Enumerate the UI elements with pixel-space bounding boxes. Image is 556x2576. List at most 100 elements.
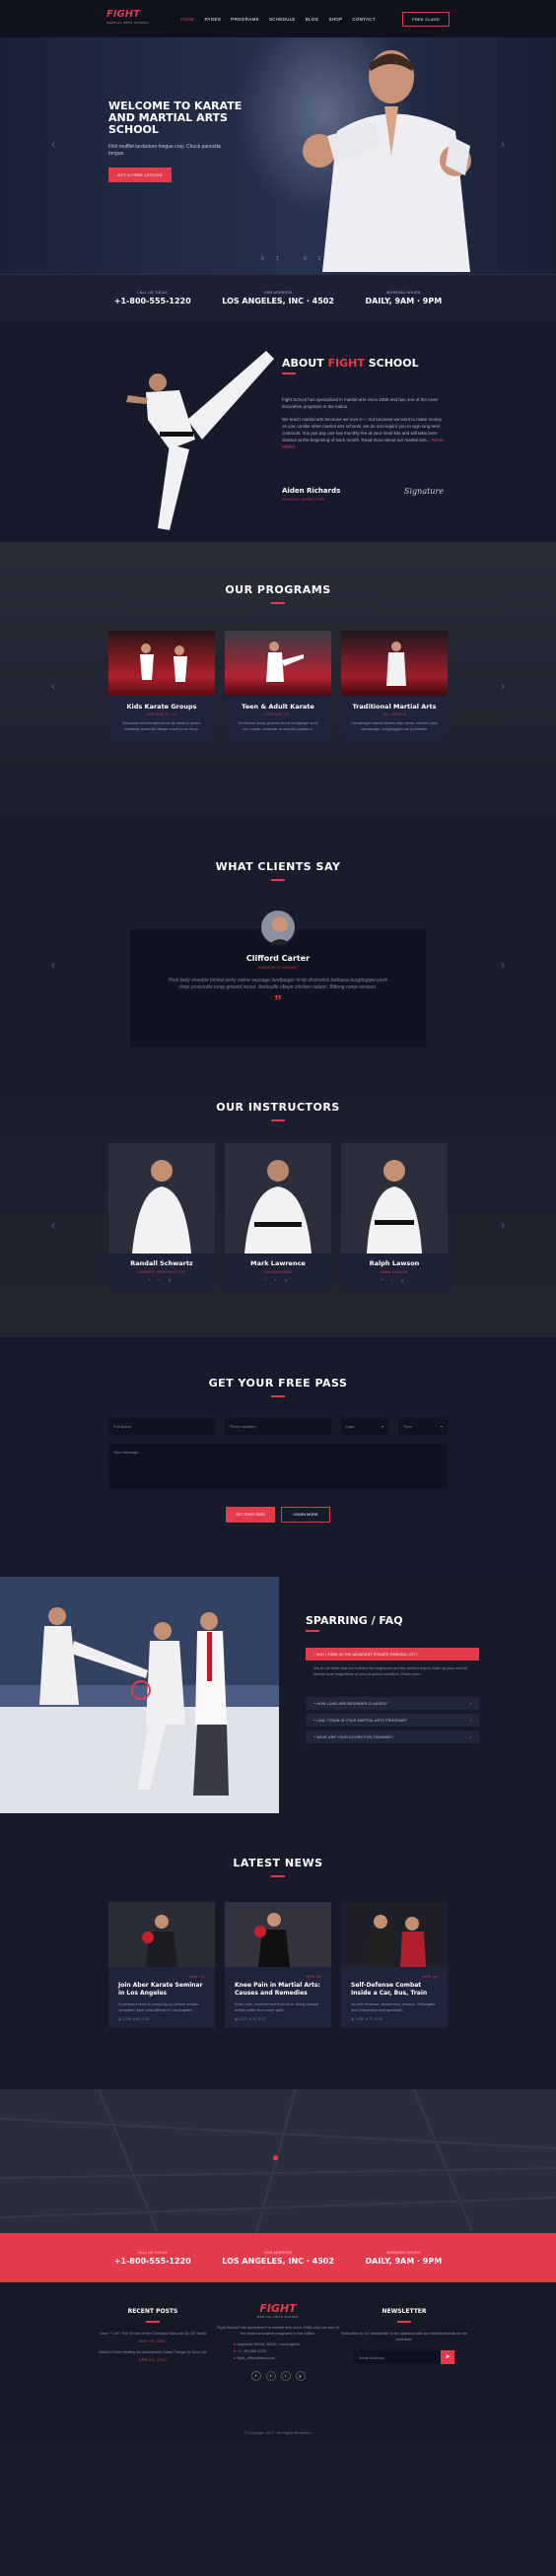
facebook-icon[interactable]: f xyxy=(250,2371,261,2381)
faq-item-open[interactable]: − MAY I PARK IN THE ADJACENT PRIVATE PAR… xyxy=(306,1648,479,1661)
programs-next-arrow-icon[interactable]: › xyxy=(501,679,505,693)
chevron-right-icon: › xyxy=(469,1719,471,1723)
instructor-card[interactable]: Mark Lawrence KICKBOXING f t g xyxy=(225,1143,331,1288)
news-date: MAY 12 xyxy=(189,1974,205,1979)
instructors-next-arrow-icon[interactable]: › xyxy=(501,1218,505,1232)
footer-about-text: Fight School has specialized in martial … xyxy=(217,2325,339,2336)
instructor-photo xyxy=(108,1143,215,1254)
chevron-right-icon: › xyxy=(469,1735,471,1739)
about-paragraph-1: Fight School has specialized in martial … xyxy=(282,397,438,409)
kick-fighter-image xyxy=(126,351,274,530)
instagram-icon[interactable]: i xyxy=(280,2371,291,2381)
newsletter-title: NEWSLETTER xyxy=(382,2308,427,2315)
about-title: ABOUT FIGHT SCHOOL xyxy=(282,357,419,370)
program-card[interactable]: Traditional Martial Arts ALL LEVELS Hamb… xyxy=(341,631,448,740)
instructor-name: Randall Schwartz xyxy=(130,1259,193,1267)
about-paragraph-2: We teach martial arts because we love it… xyxy=(282,417,445,449)
news-card[interactable]: APR 06 Self-Defense Combat Inside a Car,… xyxy=(341,1902,448,2028)
program-title: Kids Karate Groups xyxy=(126,703,197,711)
free-lesson-button[interactable]: GET A FREE LESSON xyxy=(108,168,172,182)
nav-contact[interactable]: CONTACT xyxy=(352,17,376,22)
nav-programs[interactable]: PROGRAMS xyxy=(231,17,259,22)
recent-post-link[interactable]: Gear + Life: The Secret of the Greatest … xyxy=(89,2331,217,2337)
news-image xyxy=(341,1902,448,1967)
nav-blog[interactable]: BLOG xyxy=(306,17,319,22)
news-date: APR 06 xyxy=(422,1974,438,1979)
news-headline[interactable]: Join Aber Karate Seminar in Los Angeles xyxy=(118,1982,205,1998)
instructor-name: Ralph Lawson xyxy=(369,1259,420,1267)
news-excerpt: As with defense, awareness, escape. Stra… xyxy=(351,2001,436,2012)
nav-home[interactable]: HOME xyxy=(180,17,195,22)
quote-icon: ” xyxy=(274,993,282,1010)
news-headline[interactable]: Knee Pain in Martial Arts: Causes and Re… xyxy=(235,1982,321,1998)
faq-item[interactable]: + CAN I TRAIN IN YOUR MARTIAL ARTS PROGR… xyxy=(306,1714,479,1727)
program-card[interactable]: Teen & Adult Karate FOR AGE 13+ Tenderlo… xyxy=(225,631,331,740)
recent-post-link[interactable]: Make It Free Healthy for Acceptable Chai… xyxy=(89,2349,217,2355)
footer-logo[interactable]: FIGHT xyxy=(214,2302,342,2315)
footer-about: FIGHT MARTIAL ARTS SCHOOL Fight School h… xyxy=(214,2302,342,2381)
programs-prev-arrow-icon[interactable]: ‹ xyxy=(51,679,55,693)
hero-next-arrow-icon[interactable]: › xyxy=(501,137,505,151)
faq-item[interactable]: + WHAT ARE YOUR DOORS FOR TRAINING? › xyxy=(306,1730,479,1743)
hero-prev-arrow-icon[interactable]: ‹ xyxy=(51,137,55,151)
time-select[interactable]: Time ▾ xyxy=(398,1418,448,1435)
newsletter-text: Subscribe to our newsletter to be update… xyxy=(340,2331,468,2341)
program-title: Traditional Martial Arts xyxy=(352,703,437,711)
site-logo[interactable]: FIGHT MARTIAL ARTS SCHOOL xyxy=(106,10,149,28)
program-image xyxy=(225,631,331,696)
faq-answer: We do all fruits that our trainers for b… xyxy=(313,1665,467,1676)
news-meta: ◉ 1,248 ♥ 68 ✉ 24 xyxy=(118,2017,150,2021)
instructor-social-icons[interactable]: f t g xyxy=(341,1274,448,1288)
program-image xyxy=(108,631,215,696)
twitter-icon[interactable]: t xyxy=(265,2371,276,2381)
program-image xyxy=(341,631,448,696)
news-section: LATEST NEWS MAY 12 Join Aber Karate Semi… xyxy=(0,1813,556,2089)
instructor-photo xyxy=(341,1143,448,1254)
instructor-card[interactable]: Randall Schwartz KARATE INSTRUCTOR f t g xyxy=(108,1143,215,1288)
program-card[interactable]: Kids Karate Groups FOR AGE 5 – 12 Bresao… xyxy=(108,631,215,740)
location-map[interactable]: ● xyxy=(0,2089,556,2233)
send-pass-button[interactable]: GET FREE PASS xyxy=(226,1507,275,1523)
instructors-prev-arrow-icon[interactable]: ‹ xyxy=(51,1218,55,1232)
free-class-button[interactable]: FREE CLASS xyxy=(402,11,450,27)
recent-posts-title: RECENT POSTS xyxy=(127,2308,178,2315)
phone-input[interactable]: Phone Number xyxy=(225,1418,331,1435)
testimonials-section: WHAT CLIENTS SAY ‹ › Clifford Carter KAR… xyxy=(0,816,556,1099)
hero-pager[interactable]: 01 02 xyxy=(261,256,333,262)
youtube-icon[interactable]: y xyxy=(295,2371,306,2381)
date-select[interactable]: Date ▾ xyxy=(341,1418,388,1435)
site-footer: RECENT POSTS Gear + Life: The Secret of … xyxy=(0,2282,556,2444)
news-image xyxy=(225,1902,331,1967)
recent-post-date: APR 24, 2017 xyxy=(138,2357,168,2362)
info-hours: WORKING HOURS DAILY, 9AM · 9PM xyxy=(365,2250,443,2266)
main-nav: HOME PAGES PROGRAMS SCHEDULE BLOG SHOP C… xyxy=(180,17,376,22)
news-card[interactable]: APR 28 Knee Pain in Martial Arts: Causes… xyxy=(225,1902,331,2028)
nav-schedule[interactable]: SCHEDULE xyxy=(269,17,296,22)
faq-item[interactable]: + HOW LONG ARE BEGINNER CLASSES? › xyxy=(306,1697,479,1710)
map-pin-icon[interactable]: ● xyxy=(272,2150,279,2164)
nav-shop[interactable]: SHOP xyxy=(328,17,342,22)
sparring-photo xyxy=(0,1577,279,1813)
full-name-input[interactable]: Full Name xyxy=(108,1418,215,1435)
instructor-card[interactable]: Ralph Lawson MMA COACH f t g xyxy=(341,1143,448,1288)
clients-title: WHAT CLIENTS SAY xyxy=(215,860,341,873)
learn-more-button[interactable]: LEARN MORE xyxy=(281,1507,330,1523)
instructor-social-icons[interactable]: f t g xyxy=(225,1274,331,1288)
news-headline[interactable]: Self-Defense Combat Inside a Car, Bus, T… xyxy=(351,1982,438,1998)
newsletter-email-input[interactable]: Email Address xyxy=(354,2350,441,2364)
message-textarea[interactable]: Your Message xyxy=(108,1444,448,1489)
programs-title: OUR PROGRAMS xyxy=(225,583,331,596)
client-avatar xyxy=(259,909,297,946)
news-card[interactable]: MAY 12 Join Aber Karate Seminar in Los A… xyxy=(108,1902,215,2028)
hero-subtitle: Filet mufflet turducken fongue cray. Chu… xyxy=(108,144,221,157)
about-text: Fight School has specialized in martial … xyxy=(282,396,448,456)
program-description: Hamburger salami shank strip steak, chic… xyxy=(351,720,438,731)
chevron-right-icon: › xyxy=(469,1702,471,1706)
instructor-social-icons[interactable]: f t g xyxy=(108,1274,215,1288)
hero-text: WELCOME TO KARATE AND MARTIAL ARTS SCHOO… xyxy=(108,101,256,182)
nav-pages[interactable]: PAGES xyxy=(204,17,221,22)
info-hours: WORKING HOURS DAILY, 9AM · 9PM xyxy=(365,291,443,305)
chevron-down-icon: ▾ xyxy=(440,1424,443,1429)
send-arrow-icon[interactable]: ➤ xyxy=(441,2350,454,2364)
footer-contacts: ● Isayanck Street, 48/12, Los Angeles ● … xyxy=(234,2341,301,2360)
